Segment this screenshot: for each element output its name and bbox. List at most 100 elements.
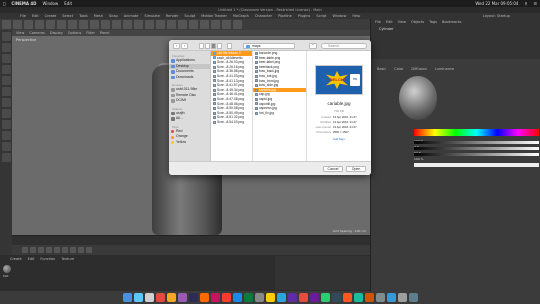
c4d-menu-snap[interactable]: Snap bbox=[109, 14, 118, 18]
tweak-mode-icon[interactable] bbox=[1, 120, 11, 129]
apple-icon[interactable]:  bbox=[3, 1, 5, 6]
material-menu-edit[interactable]: Edit bbox=[28, 257, 35, 261]
dock-app-icon[interactable] bbox=[375, 293, 385, 302]
dock-app-icon[interactable] bbox=[155, 293, 165, 302]
undo-icon[interactable] bbox=[2, 20, 11, 29]
dock-app-icon[interactable] bbox=[386, 293, 396, 302]
viewport-menu-filter[interactable]: Filter bbox=[86, 31, 95, 35]
c4d-menu-simulate[interactable]: Simulate bbox=[144, 14, 159, 18]
autokey-icon[interactable] bbox=[86, 246, 92, 253]
object-menu-view[interactable]: View bbox=[398, 20, 406, 24]
dock-app-icon[interactable] bbox=[144, 293, 154, 302]
c4d-menu-create[interactable]: Create bbox=[45, 14, 57, 18]
c4d-menu-mesh[interactable]: Mesh bbox=[94, 14, 103, 18]
viewport-menu-panel[interactable]: Panel bbox=[100, 31, 109, 35]
value-slider[interactable] bbox=[414, 153, 539, 156]
c4d-menu-pipeline[interactable]: Pipeline bbox=[278, 14, 292, 18]
tab-diffusion[interactable]: Diffusion bbox=[411, 67, 426, 73]
material-menu-function[interactable]: Function bbox=[40, 257, 55, 261]
sidebar-item-device-3[interactable]: DCIMt bbox=[169, 98, 210, 104]
tab-luminance[interactable]: Luminance bbox=[435, 67, 454, 73]
model-mode-icon[interactable] bbox=[1, 43, 11, 52]
color-spectrum[interactable] bbox=[414, 129, 539, 136]
dock-app-icon[interactable] bbox=[342, 293, 352, 302]
dock-app-icon[interactable] bbox=[298, 293, 308, 302]
dock-app-icon[interactable] bbox=[276, 293, 286, 302]
x-axis-icon[interactable] bbox=[79, 20, 88, 29]
back-button[interactable]: ‹ bbox=[173, 43, 180, 49]
dock-app-icon[interactable] bbox=[254, 293, 264, 302]
dock-app-icon[interactable] bbox=[364, 293, 374, 302]
c4d-menu-window[interactable]: Window bbox=[333, 14, 347, 18]
recent-tool-icon[interactable] bbox=[68, 20, 77, 29]
viewport-menu-options[interactable]: Options bbox=[68, 31, 82, 35]
points-mode-icon[interactable] bbox=[1, 76, 11, 85]
dock-app-icon[interactable] bbox=[177, 293, 187, 302]
dock-app-icon[interactable] bbox=[232, 293, 242, 302]
coord-system-icon[interactable] bbox=[112, 20, 121, 29]
go-to-end-icon[interactable] bbox=[70, 246, 76, 253]
object-menu-tags[interactable]: Tags bbox=[429, 20, 437, 24]
deformer-icon[interactable] bbox=[200, 20, 209, 29]
live-select-icon[interactable] bbox=[24, 20, 33, 29]
material-menu-create[interactable]: Create bbox=[10, 257, 22, 261]
move-icon[interactable] bbox=[35, 20, 44, 29]
c4d-menu-motion-tracker[interactable]: Motion Tracker bbox=[201, 14, 227, 18]
y-axis-icon[interactable] bbox=[90, 20, 99, 29]
file-row[interactable]: hot_fix.jpg bbox=[253, 111, 306, 116]
c4d-menu-select[interactable]: Select bbox=[62, 14, 73, 18]
menu-list-icon[interactable]: ☰ bbox=[533, 1, 537, 6]
c4d-menu-plugins[interactable]: Plugins bbox=[298, 14, 311, 18]
spotlight-icon[interactable]: ⚲ bbox=[524, 1, 527, 6]
dock-app-icon[interactable] bbox=[320, 293, 330, 302]
object-menu-file[interactable]: File bbox=[375, 20, 381, 24]
column-view-button[interactable] bbox=[211, 43, 216, 49]
c4d-menu-script[interactable]: Script bbox=[316, 14, 326, 18]
dock-app-icon[interactable] bbox=[353, 293, 363, 302]
expand-icon[interactable]: ⌃ bbox=[309, 43, 317, 49]
polygons-mode-icon[interactable] bbox=[1, 98, 11, 107]
search-input[interactable]: Search bbox=[321, 43, 367, 49]
add-tags-link[interactable]: Add Tags... bbox=[333, 137, 347, 141]
array-icon[interactable] bbox=[189, 20, 198, 29]
menu-edit[interactable]: Edit bbox=[64, 1, 72, 6]
record-icon[interactable] bbox=[78, 246, 84, 253]
layout-selector[interactable]: Layout: Startup bbox=[483, 14, 540, 18]
viewport-menu-display[interactable]: Display bbox=[50, 31, 63, 35]
dock-app-icon[interactable] bbox=[188, 293, 198, 302]
planar-workplane-icon[interactable] bbox=[1, 153, 11, 162]
file-row[interactable]: Scre...8.54.03.png bbox=[211, 120, 252, 125]
redo-icon[interactable] bbox=[13, 20, 22, 29]
render-view-icon[interactable] bbox=[123, 20, 132, 29]
folder-popup[interactable]: maps bbox=[243, 43, 295, 49]
next-frame-icon[interactable] bbox=[54, 246, 60, 253]
pen-icon[interactable] bbox=[167, 20, 176, 29]
camera-icon[interactable] bbox=[222, 20, 231, 29]
object-menu-edit[interactable]: Edit bbox=[386, 20, 393, 24]
dock-app-icon[interactable] bbox=[199, 293, 209, 302]
previous-key-icon[interactable] bbox=[30, 246, 36, 253]
object-menu-objects[interactable]: Objects bbox=[411, 20, 424, 24]
gallery-view-button[interactable] bbox=[217, 43, 222, 49]
play-icon[interactable] bbox=[46, 246, 52, 253]
timeline[interactable] bbox=[12, 235, 370, 245]
cube-icon[interactable] bbox=[156, 20, 165, 29]
dock-app-icon[interactable] bbox=[309, 293, 319, 302]
saturation-slider[interactable] bbox=[414, 147, 539, 150]
arrange-button[interactable] bbox=[227, 43, 232, 49]
c4d-menu-animate[interactable]: Animate bbox=[124, 14, 139, 18]
previous-frame-icon[interactable] bbox=[38, 246, 44, 253]
dock-app-icon[interactable] bbox=[265, 293, 275, 302]
tab-basic[interactable]: Basic bbox=[377, 67, 386, 73]
render-picture-icon[interactable] bbox=[134, 20, 143, 29]
c4d-menu-help[interactable]: Help bbox=[352, 14, 360, 18]
forward-button[interactable]: › bbox=[181, 43, 188, 49]
workplane-icon[interactable] bbox=[1, 65, 11, 74]
dock-app-icon[interactable] bbox=[397, 293, 407, 302]
snapping-icon[interactable] bbox=[1, 131, 11, 140]
next-key-icon[interactable] bbox=[62, 246, 68, 253]
z-axis-icon[interactable] bbox=[101, 20, 110, 29]
object-row[interactable]: Cylinder bbox=[379, 27, 394, 31]
hue-slider[interactable] bbox=[414, 141, 539, 144]
icon-view-button[interactable] bbox=[199, 43, 204, 49]
